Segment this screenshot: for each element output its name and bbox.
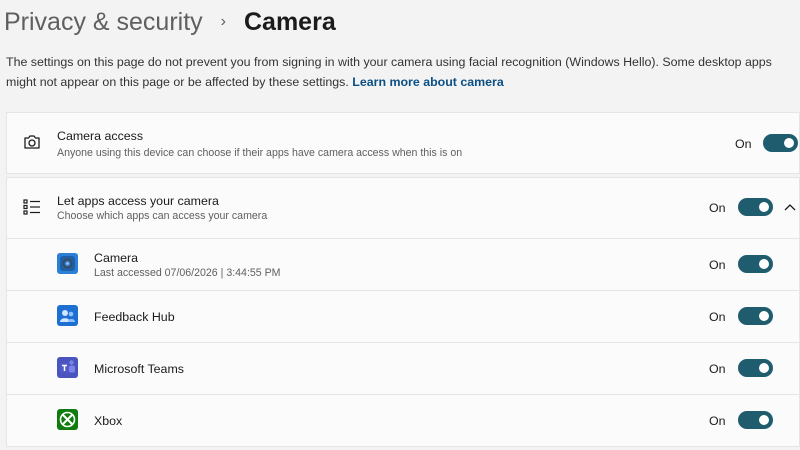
app-name-feedback-hub: Feedback Hub (94, 310, 175, 324)
let-apps-toggle[interactable] (738, 198, 773, 216)
app-toggle-microsoft-teams[interactable] (738, 359, 773, 377)
app-toggle-feedback-hub[interactable] (738, 307, 773, 325)
app-state-xbox: On (709, 414, 726, 428)
breadcrumb: Privacy & security › Camera (4, 4, 336, 40)
app-state-feedback-hub: On (709, 310, 726, 324)
app-row-feedback-hub: Feedback Hub On (6, 290, 800, 343)
page-description: The settings on this page do not prevent… (6, 52, 796, 92)
let-apps-title: Let apps access your camera (57, 194, 219, 208)
let-apps-state: On (709, 201, 726, 215)
camera-access-subtitle: Anyone using this device can choose if t… (57, 147, 463, 159)
camera-access-state: On (735, 137, 752, 151)
breadcrumb-separator-icon: › (220, 13, 226, 30)
page-title: Camera (244, 7, 336, 36)
camera-access-card: Camera access Anyone using this device c… (6, 112, 800, 174)
app-name-xbox: Xbox (94, 414, 123, 428)
camera-icon (24, 135, 40, 149)
app-state-microsoft-teams: On (709, 362, 726, 376)
feedback-hub-icon (57, 305, 78, 326)
app-toggle-xbox[interactable] (738, 411, 773, 429)
breadcrumb-privacy-security[interactable]: Privacy & security (4, 8, 203, 37)
app-state-camera: On (709, 258, 726, 272)
app-row-microsoft-teams: Microsoft Teams On (6, 342, 800, 395)
app-row-camera: Camera Last accessed 07/06/2026 | 3:44:5… (6, 238, 800, 291)
let-apps-subtitle: Choose which apps can access your camera (57, 210, 268, 222)
app-name-camera: Camera (94, 251, 139, 265)
app-name-microsoft-teams: Microsoft Teams (94, 362, 184, 376)
camera-app-icon (57, 253, 78, 274)
list-icon (23, 199, 40, 215)
app-toggle-camera[interactable] (738, 255, 773, 273)
let-apps-access-card[interactable]: Let apps access your camera Choose which… (6, 177, 800, 239)
chevron-up-icon[interactable] (784, 203, 796, 211)
xbox-icon (57, 409, 78, 430)
app-detail-camera: Last accessed 07/06/2026 | 3:44:55 PM (94, 267, 281, 279)
teams-icon (57, 357, 78, 378)
camera-access-title: Camera access (57, 129, 144, 143)
learn-more-camera-link[interactable]: Learn more about camera (352, 75, 504, 89)
app-row-xbox: Xbox On (6, 394, 800, 447)
camera-access-toggle[interactable] (763, 134, 798, 152)
